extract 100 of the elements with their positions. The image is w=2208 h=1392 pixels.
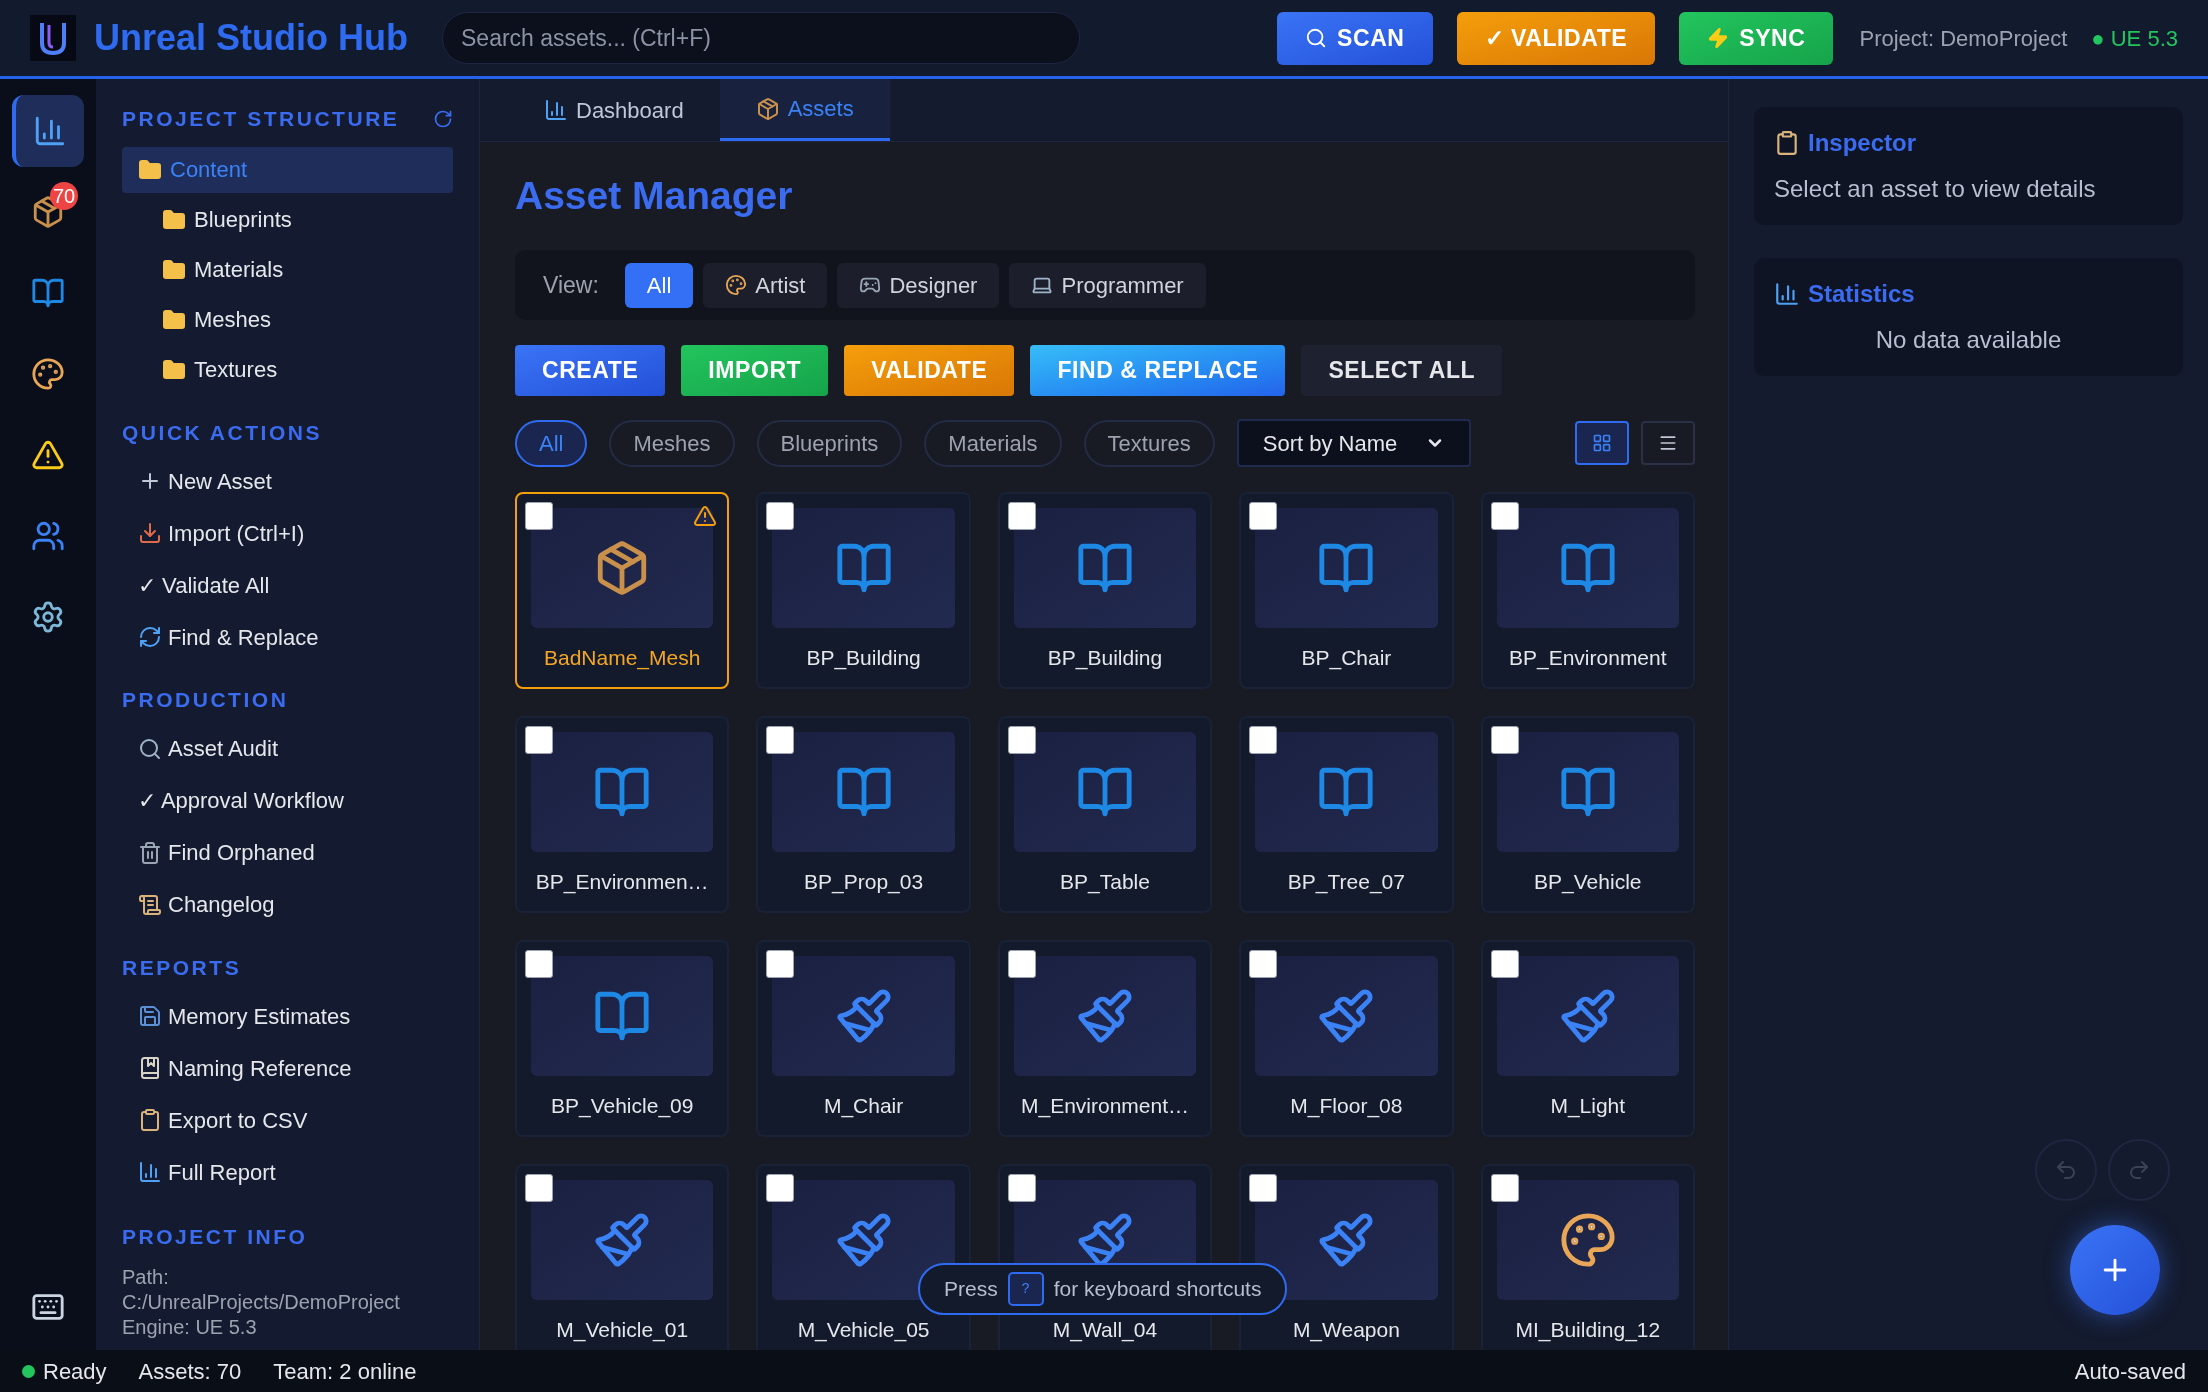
checkbox[interactable] [766,502,795,530]
users-icon [31,519,65,553]
grid-view-button[interactable] [1575,421,1629,465]
asset-name: BP_Vehicle_09 [550,1092,694,1120]
header-button[interactable]: SCAN [1277,11,1433,65]
checkbox[interactable] [525,502,553,530]
folder-item[interactable]: Textures [122,346,453,393]
checkbox[interactable] [525,726,553,754]
asset-name: BP_Table [1060,868,1150,896]
filter-chip[interactable]: Blueprints [756,419,903,467]
asset-name: M_Environment… [1020,1092,1189,1120]
palette-icon [1558,1210,1617,1269]
checkbox[interactable] [1249,726,1278,754]
action-button[interactable]: CREATE [515,345,666,396]
filter-chip[interactable]: Materials [924,419,1062,467]
rail-button[interactable]: 70 [12,176,84,248]
asset-card[interactable]: M_Environment… [997,940,1213,1137]
paintbrush-icon [1558,986,1617,1045]
checkbox[interactable] [1490,726,1519,754]
add-button[interactable] [2070,1225,2160,1315]
sidebar-item[interactable]: Asset Audit [122,725,453,772]
asset-name: BP_Environment [1509,644,1667,672]
checkbox[interactable] [525,950,553,978]
view-option[interactable]: Programmer [1009,262,1206,308]
sidebar-item[interactable]: Full Report [122,1149,453,1195]
bar-chart-icon [544,98,568,122]
view-option[interactable]: Designer [837,262,1000,308]
filter-chip[interactable]: Meshes [609,419,735,467]
asset-card[interactable]: M_Chair [756,940,971,1137]
scroll-icon [138,892,162,917]
checkbox[interactable] [1490,1174,1519,1202]
folder-icon [162,357,186,382]
sidebar-item[interactable]: New Asset [122,458,453,504]
info-line: Path: [122,1264,170,1290]
asset-card[interactable]: BP_Environment [1480,492,1695,689]
asset-card[interactable]: BP_Building [997,492,1213,689]
checkbox[interactable] [766,950,795,978]
checkbox[interactable] [525,1174,553,1202]
asset-card[interactable]: BP_Table [997,716,1213,913]
folder-item[interactable]: Content [122,146,453,193]
paintbrush-icon [1076,986,1134,1045]
tab[interactable]: Assets [719,79,890,141]
refresh-icon[interactable] [433,108,453,129]
asset-card[interactable]: M_Floor_08 [1239,940,1454,1137]
save-status: Auto-saved [2074,1357,2186,1386]
folder-item[interactable]: Meshes [122,296,453,343]
folder-item[interactable]: Blueprints [122,196,453,243]
checkbox[interactable] [1249,1174,1278,1202]
asset-card[interactable]: BP_Chair [1239,492,1454,689]
card-title: Statistics [1808,279,1915,309]
asset-card[interactable]: BP_Prop_03 [756,716,971,913]
filter-chip[interactable]: Textures [1083,419,1215,467]
sidebar-item[interactable]: Memory Estimates [122,993,453,1039]
checkbox[interactable] [1007,726,1036,754]
section-heading: QUICK ACTIONS [122,419,323,446]
asset-card[interactable]: BP_Vehicle_09 [515,940,730,1137]
asset-card[interactable]: BadName_Mesh [515,492,730,689]
sidebar-item[interactable]: Import (Ctrl+I) [122,510,453,556]
filter-chip[interactable]: All [515,419,588,467]
tab[interactable]: Dashboard [508,79,720,141]
sidebar-item[interactable]: ✓ Validate All [122,562,453,608]
engine-version: ● UE 5.3 [2091,24,2178,53]
sidebar-item[interactable]: ✓ Approval Workflow [122,777,453,824]
section-heading: REPORTS [122,954,243,981]
checkbox[interactable] [766,1174,795,1202]
asset-card[interactable]: M_Light [1480,940,1695,1137]
view-option[interactable]: Artist [703,262,828,308]
asset-card[interactable]: MI_Building_12 [1480,1164,1695,1350]
checkbox[interactable] [1007,1174,1036,1202]
asset-card[interactable]: BP_Vehicle [1480,716,1695,913]
view-option[interactable]: All [624,262,694,308]
checkbox[interactable] [1249,502,1278,530]
sidebar-item[interactable]: Find & Replace [122,614,453,660]
sidebar-item[interactable]: Changelog [122,881,453,928]
sidebar-item[interactable]: Find Orphaned [122,829,453,876]
sidebar-item[interactable]: Export to CSV [122,1097,453,1143]
search-field[interactable]: Search assets... (Ctrl+F) [442,12,1080,64]
sort-dropdown[interactable]: Sort by Name [1236,419,1472,467]
list-view-button[interactable] [1641,421,1695,465]
checkbox[interactable] [1007,502,1036,530]
checkbox[interactable] [1007,950,1036,978]
sidebar-item[interactable]: Naming Reference [122,1045,453,1091]
checkbox[interactable] [1249,950,1278,978]
section-heading: PRODUCTION [122,687,290,713]
section-heading: PROJECT INFO [122,1224,309,1250]
rail-button[interactable] [12,95,84,167]
status-text: Ready [43,1357,107,1386]
asset-card[interactable]: BP_Building [756,492,971,689]
asset-count: Assets: 70 [138,1357,242,1386]
checkbox[interactable] [1490,502,1519,530]
checkbox[interactable] [766,726,795,754]
folder-icon [138,157,162,182]
inbox-icon [138,521,162,545]
asset-card[interactable]: BP_Environmen… [515,716,730,913]
asset-card[interactable]: BP_Tree_07 [1239,716,1454,913]
folder-item[interactable]: Materials [122,246,453,293]
action-button[interactable]: SELECT ALL [1301,345,1503,396]
checkbox[interactable] [1490,950,1519,978]
asset-card[interactable]: M_Vehicle_01 [515,1164,730,1350]
asset-name: M_Floor_08 [1290,1092,1403,1120]
